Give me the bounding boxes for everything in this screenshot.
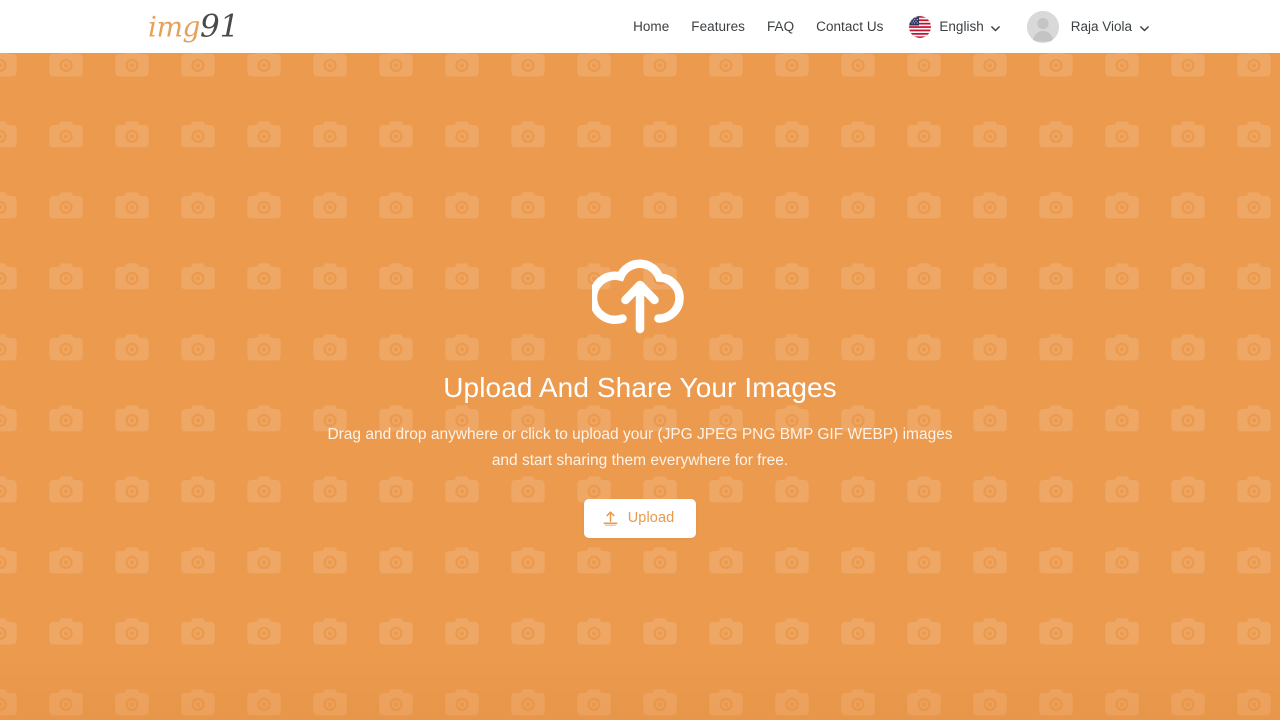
avatar (1026, 10, 1059, 43)
main-navigation: Home Features FAQ Contact Us English Raj… (633, 0, 1280, 53)
page-title: Upload And Share Your Images (443, 372, 837, 403)
logo-text-91: 91 (199, 8, 240, 44)
site-header: img91 Home Features FAQ Contact Us Engli… (0, 0, 1280, 53)
language-label: English (939, 19, 984, 34)
nav-link-faq[interactable]: FAQ (767, 19, 794, 34)
nav-link-contact-us[interactable]: Contact Us (816, 19, 883, 34)
site-logo[interactable]: img91 (148, 11, 239, 42)
upload-button[interactable]: Upload (583, 498, 697, 538)
upload-arrow-icon (602, 510, 619, 527)
upload-button-label: Upload (627, 510, 675, 527)
logo-text-img: img (148, 10, 200, 43)
hero-subtitle-line-1: Drag and drop anywhere or click to uploa… (327, 425, 899, 443)
upload-dropzone[interactable]: Upload And Share Your Images Drag and dr… (0, 53, 1280, 720)
hero-subtitle: Drag and drop anywhere or click to uploa… (320, 422, 960, 474)
us-flag-icon (909, 15, 932, 38)
language-selector[interactable]: English (909, 15, 1001, 38)
user-menu[interactable]: Raja Viola (1026, 10, 1150, 43)
cloud-upload-icon (588, 255, 688, 335)
user-menu-label: Raja Viola (1070, 19, 1132, 34)
nav-link-features[interactable]: Features (691, 19, 745, 34)
nav-link-home[interactable]: Home (633, 19, 669, 34)
chevron-down-icon (1139, 21, 1150, 32)
chevron-down-icon (990, 21, 1001, 32)
